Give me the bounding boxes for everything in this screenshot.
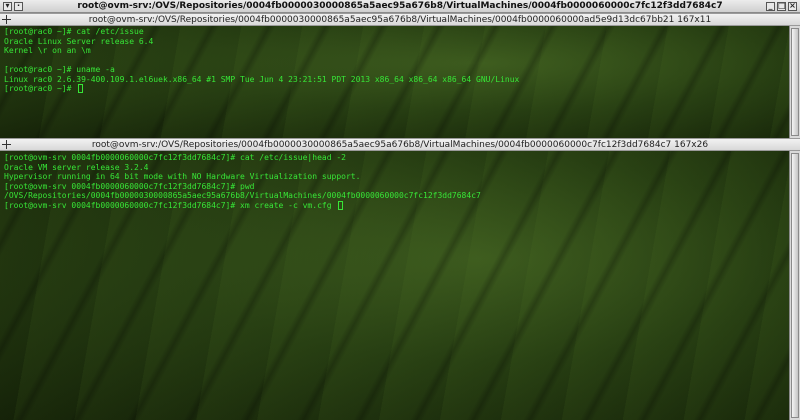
window-title: root@ovm-srv:/OVS/Repositories/0004fb000…	[77, 1, 723, 11]
terminal-prompt-line[interactable]: [root@ovm-srv 0004fb0000060000c7fc12f3dd…	[4, 200, 786, 211]
terminal-prompt: [root@ovm-srv 0004fb0000060000c7fc12f3dd…	[4, 200, 337, 210]
scrollbar-bottom[interactable]	[789, 151, 800, 420]
scrollbar-thumb[interactable]	[791, 28, 799, 136]
pane-title-bar-top[interactable]: root@ovm-srv:/OVS/Repositories/0004fb000…	[0, 13, 800, 26]
terminal-line: [root@rac0 ~]# uname -a	[4, 65, 115, 74]
terminal-prompt-line[interactable]: [root@rac0 ~]#	[4, 84, 786, 94]
terminal-prompt: [root@rac0 ~]#	[4, 84, 77, 93]
terminal-output-bottom[interactable]: [root@ovm-srv 0004fb0000060000c7fc12f3dd…	[4, 153, 786, 210]
window-title-bar[interactable]: ▾ · root@ovm-srv:/OVS/Repositories/0004f…	[0, 0, 800, 13]
pane-title-bar-bottom[interactable]: root@ovm-srv:/OVS/Repositories/0004fb000…	[0, 138, 800, 151]
pane-grip-icon[interactable]	[2, 140, 11, 149]
terminal-cursor	[78, 84, 84, 93]
terminal-line: Oracle VM server release 3.2.4	[4, 162, 149, 172]
terminal-cursor	[338, 200, 344, 210]
terminal-line: Hypervisor running in 64 bit mode with N…	[4, 172, 361, 181]
terminal-line: Linux rac0 2.6.39-400.109.1.el6uek.x86_6…	[4, 74, 520, 84]
terminal-pane-bottom[interactable]: [root@ovm-srv 0004fb0000060000c7fc12f3dd…	[0, 151, 800, 420]
terminal-output-top[interactable]: [root@rac0 ~]# cat /etc/issue Oracle Linu…	[4, 27, 786, 94]
pane-title-top: root@ovm-srv:/OVS/Repositories/0004fb000…	[88, 15, 712, 25]
terminal-line: Kernel \r on an \m	[4, 46, 91, 55]
terminal-pane-top[interactable]: [root@rac0 ~]# cat /etc/issue Oracle Linu…	[0, 13, 800, 138]
window-menu-icon[interactable]: ▾	[3, 1, 12, 11]
terminal-line: /OVS/Repositories/0004fb0000030000865a5a…	[4, 191, 481, 200]
pane-grip-icon[interactable]	[2, 15, 11, 24]
pane-title-bottom: root@ovm-srv:/OVS/Repositories/0004fb000…	[91, 140, 709, 150]
terminal-line: [root@ovm-srv 0004fb0000060000c7fc12f3dd…	[4, 153, 346, 162]
sticky-icon[interactable]: ·	[14, 1, 23, 11]
minimize-icon[interactable]: _	[766, 1, 775, 11]
scrollbar-top[interactable]	[789, 26, 800, 138]
scrollbar-thumb[interactable]	[791, 153, 799, 418]
terminal-line: [root@rac0 ~]# cat /etc/issue	[4, 27, 144, 36]
close-icon[interactable]: ×	[788, 1, 797, 11]
terminal-line: [root@ovm-srv 0004fb0000060000c7fc12f3dd…	[4, 181, 255, 191]
maximize-icon[interactable]: □	[777, 1, 786, 11]
terminal-line: Oracle Linux Server release 6.4	[4, 36, 154, 46]
